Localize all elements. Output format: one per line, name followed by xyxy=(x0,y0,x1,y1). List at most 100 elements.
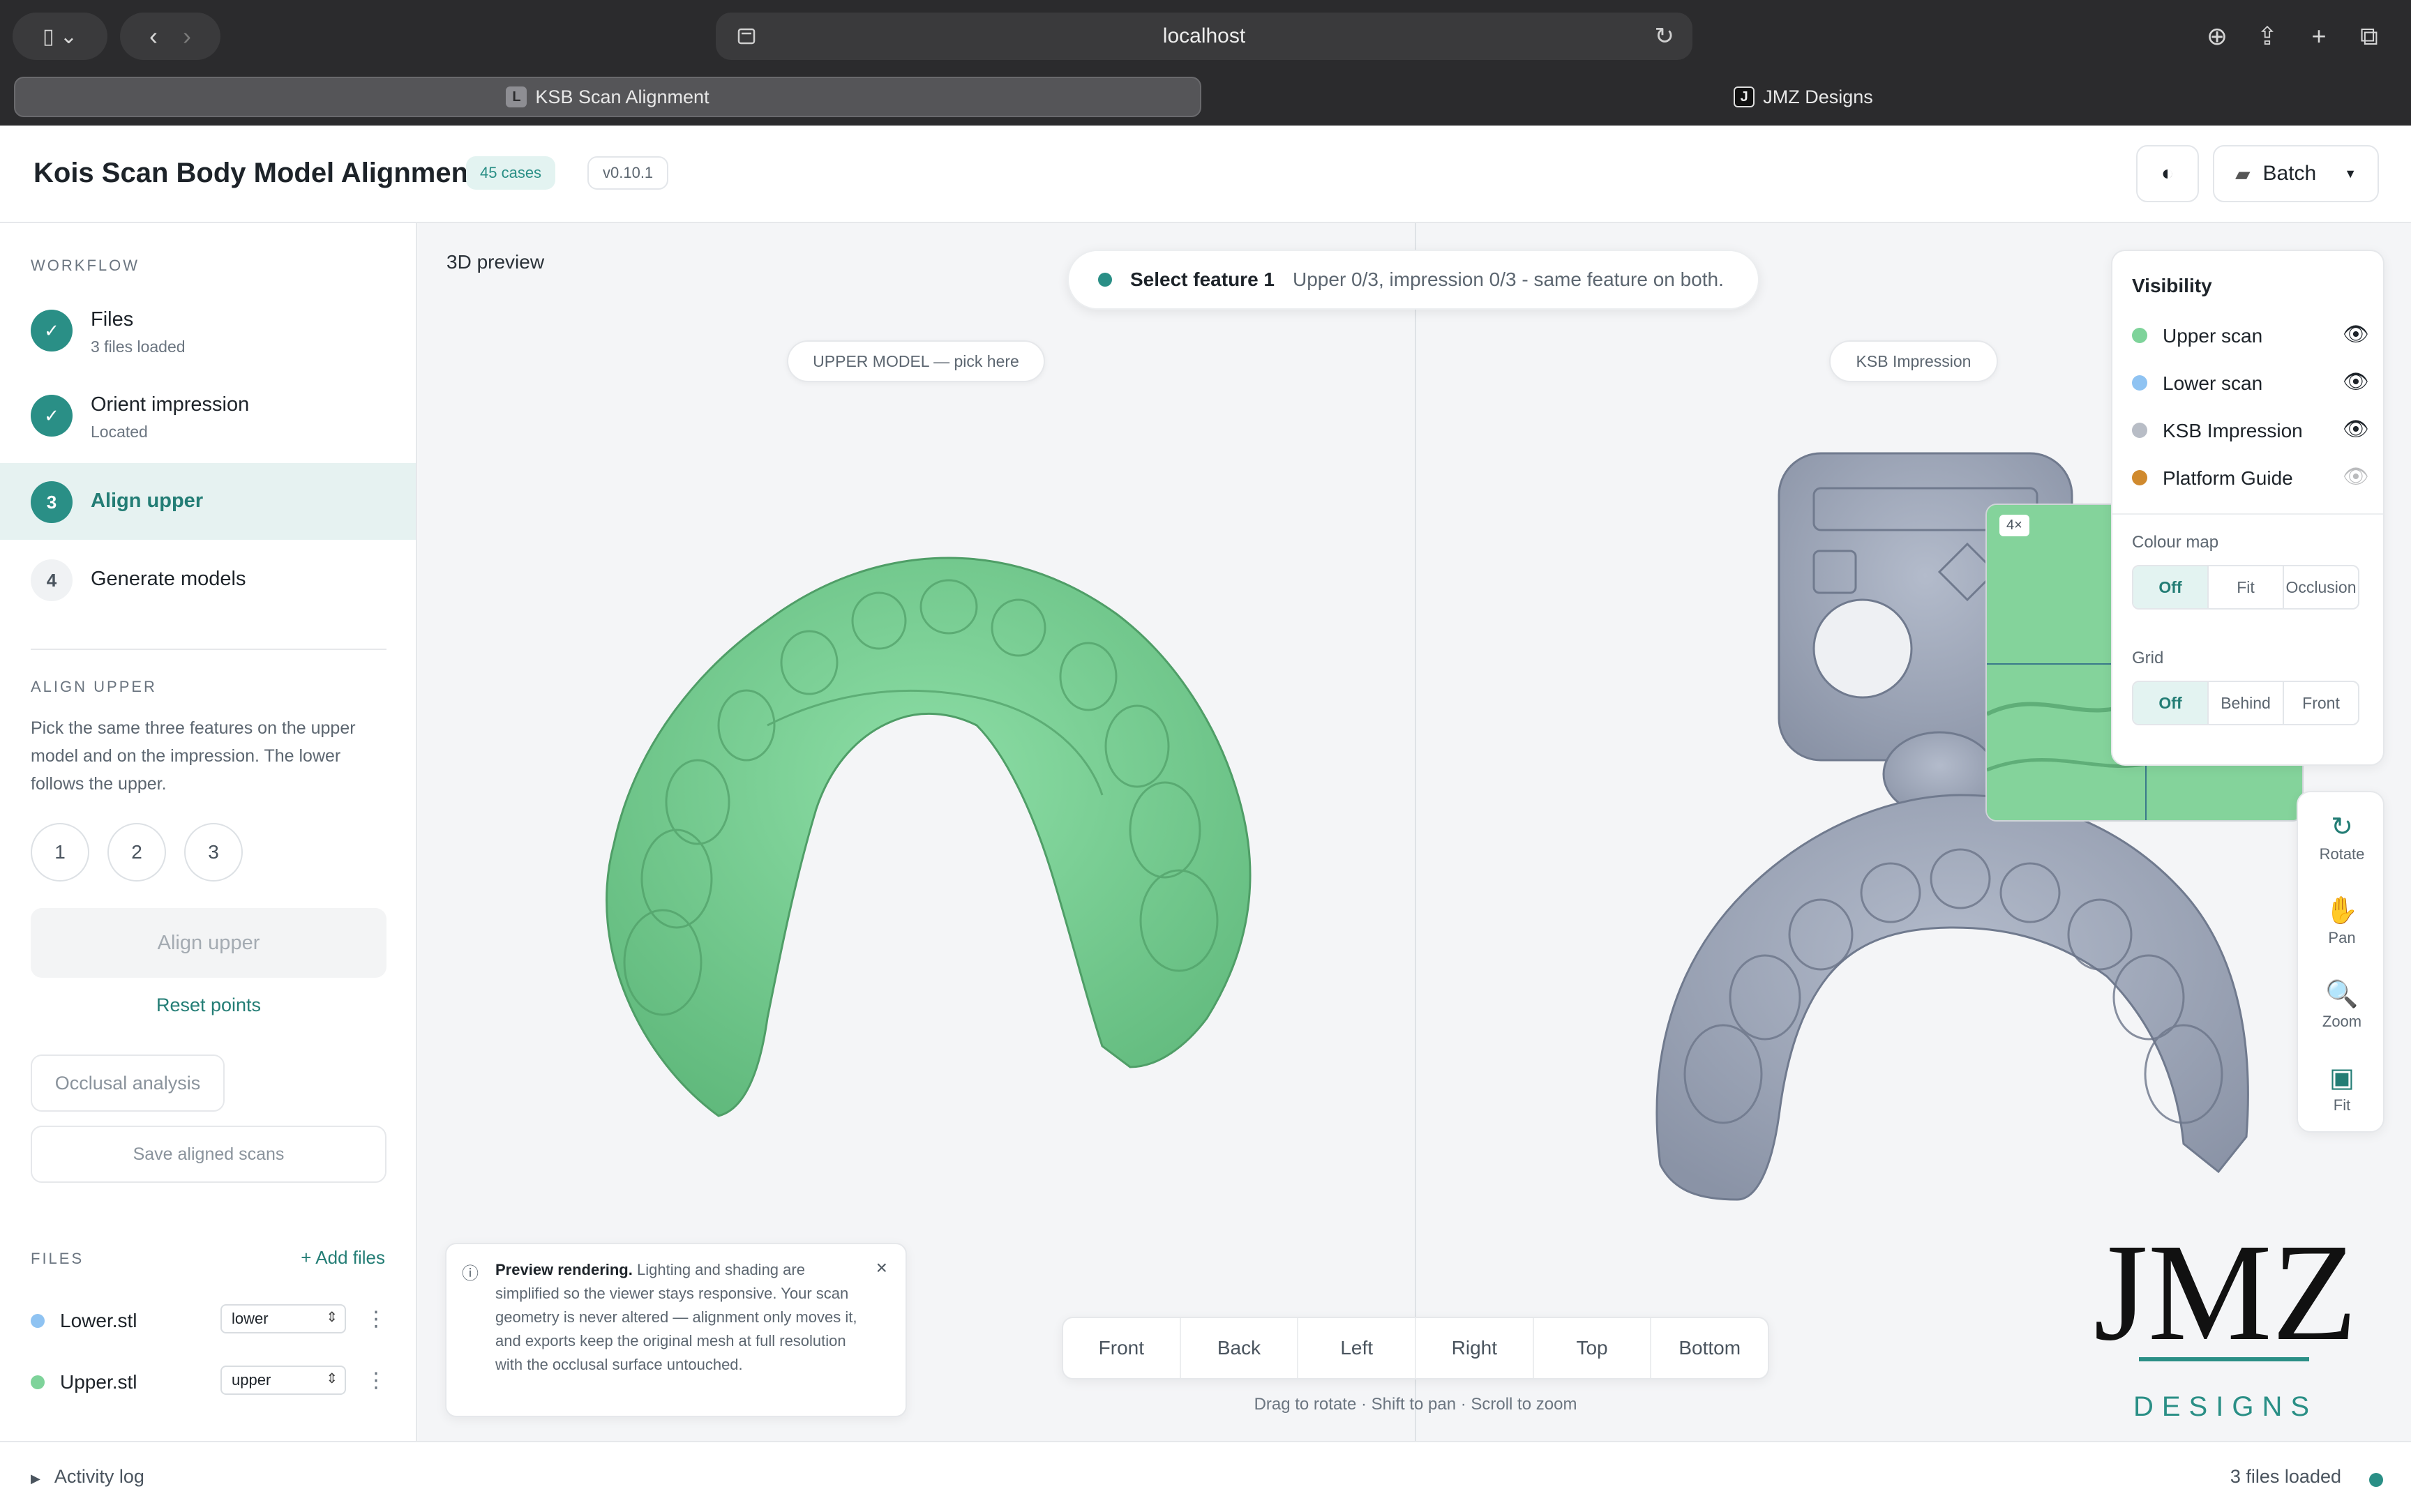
step-subtitle: Located xyxy=(91,423,148,441)
browser-toolbar: ▯ ⌄ ‹ › localhost ↻ ⊕ ⇪ + ⧉ xyxy=(0,0,2411,73)
tab-overview-icon[interactable]: ⧉ xyxy=(2354,21,2384,52)
grid-off[interactable]: Off xyxy=(2133,682,2209,724)
tab-label: KSB Scan Alignment xyxy=(535,86,709,107)
step-title: Generate models xyxy=(91,568,246,590)
navigation-tools: ↻ Rotate ✋ Pan 🔍 Zoom ▣ Fit xyxy=(2297,791,2384,1133)
layer-toggle-upper-scan[interactable]: Upper scan 👁 xyxy=(2132,318,2369,353)
share-icon[interactable]: ⇪ xyxy=(2252,21,2283,52)
tab-favicon: L xyxy=(506,86,527,107)
check-icon: ✓ xyxy=(31,310,73,351)
step-generate-models[interactable]: 4 Generate models xyxy=(0,541,416,618)
file-role-select[interactable]: upper ⇕ xyxy=(220,1366,346,1395)
step-title: Files xyxy=(91,308,134,331)
colour-map-occlusion[interactable]: Occlusion xyxy=(2284,566,2358,608)
tab-ksb-scan-alignment[interactable]: L KSB Scan Alignment xyxy=(14,77,1201,117)
zoom-level-label: 4× xyxy=(1999,515,2029,536)
step-files[interactable]: ✓ Files 3 files loaded xyxy=(0,292,416,368)
layer-toggle-platform-guide[interactable]: Platform Guide 👁 xyxy=(2132,460,2369,495)
download-icon[interactable]: ⊕ xyxy=(2202,21,2232,52)
sidebar-icon: ▯ ⌄ xyxy=(43,24,77,48)
grid-front[interactable]: Front xyxy=(2284,682,2358,724)
colour-map-off[interactable]: Off xyxy=(2133,566,2209,608)
close-icon[interactable]: × xyxy=(876,1257,887,1279)
status-dot xyxy=(2369,1473,2383,1487)
app-header: Kois Scan Body Model Alignment 45 cases … xyxy=(0,126,2411,223)
step-number: 3 xyxy=(31,481,73,523)
fit-tool-button[interactable]: ▣ Fit xyxy=(2298,1060,2386,1137)
grid-behind[interactable]: Behind xyxy=(2209,682,2284,724)
occlusal-analysis-button[interactable]: Occlusal analysis xyxy=(31,1054,225,1112)
step-align-upper[interactable]: 3 Align upper xyxy=(0,463,416,540)
colour-map-segmented-control: Off Fit Occlusion xyxy=(2132,565,2359,610)
3d-viewport[interactable]: 3D preview Select feature 1 Upper 0/3, i… xyxy=(419,223,2411,1441)
footer-status: 3 files loaded xyxy=(2230,1466,2341,1487)
page-title: Kois Scan Body Model Alignment xyxy=(33,158,478,188)
zoom-tool-button[interactable]: 🔍 Zoom xyxy=(2298,976,2386,1053)
tab-jmz-designs[interactable]: J JMZ Designs xyxy=(1210,77,2397,117)
camera-view-bar: Front Back Left Right Top Bottom xyxy=(1062,1317,1769,1379)
step-number: 4 xyxy=(31,559,73,601)
upper-model-tag: UPPER MODEL — pick here xyxy=(787,340,1045,382)
file-role-select[interactable]: lower ⇕ xyxy=(220,1304,346,1333)
theme-toggle-button[interactable]: ◐ xyxy=(2136,145,2199,202)
file-color-dot xyxy=(31,1314,45,1328)
file-role-value: lower xyxy=(232,1310,269,1327)
viewport-label: 3D preview xyxy=(446,251,545,273)
jmz-designs-logo: JMZ DESIGNS xyxy=(2094,1216,2357,1422)
batch-button[interactable]: ▰ Batch ▼ xyxy=(2213,145,2379,202)
view-front-button[interactable]: Front xyxy=(1063,1318,1181,1378)
eye-off-icon[interactable]: 👁 xyxy=(2343,464,2369,489)
rotate-tool-button[interactable]: ↻ Rotate xyxy=(2298,809,2386,886)
address-bar[interactable]: localhost ↻ xyxy=(716,13,1692,60)
divider xyxy=(2112,513,2383,515)
feature-point-2[interactable]: 2 xyxy=(107,823,166,882)
eye-icon[interactable]: 👁 xyxy=(2343,417,2369,441)
new-tab-icon[interactable]: + xyxy=(2304,21,2334,52)
view-top-button[interactable]: Top xyxy=(1534,1318,1652,1378)
more-options-icon[interactable]: ⋮ xyxy=(366,1368,386,1393)
tool-label: Zoom xyxy=(2322,1013,2362,1030)
align-description: Pick the same three features on the uppe… xyxy=(31,718,356,794)
activity-log-toggle[interactable]: ▶ Activity log xyxy=(31,1466,144,1488)
pan-tool-button[interactable]: ✋ Pan xyxy=(2298,893,2386,969)
tab-favicon: J xyxy=(1734,86,1755,107)
folder-icon: ▰ xyxy=(2235,162,2251,185)
step-orient-impression[interactable]: ✓ Orient impression Located xyxy=(0,377,416,453)
view-back-button[interactable]: Back xyxy=(1181,1318,1299,1378)
eye-icon[interactable]: 👁 xyxy=(2343,370,2369,394)
page-settings-icon[interactable] xyxy=(737,27,756,46)
sidebar-toggle-button[interactable]: ▯ ⌄ xyxy=(13,13,107,60)
check-icon: ✓ xyxy=(31,395,73,437)
layer-name: KSB Impression xyxy=(2163,420,2303,441)
logo-sub: DESIGNS xyxy=(2133,1391,2318,1422)
feature-point-3[interactable]: 3 xyxy=(184,823,243,882)
disclosure-triangle-icon: ▶ xyxy=(31,1472,40,1485)
reload-icon[interactable]: ↻ xyxy=(1655,22,1675,50)
layer-toggle-ksb-impression[interactable]: KSB Impression 👁 xyxy=(2132,413,2369,448)
reset-points-link[interactable]: Reset points xyxy=(31,995,386,1016)
feature-point-1[interactable]: 1 xyxy=(31,823,89,882)
select-arrows-icon: ⇕ xyxy=(326,1371,338,1386)
info-icon: ⓘ xyxy=(462,1264,479,1283)
version-badge: v0.10.1 xyxy=(587,156,669,190)
save-aligned-scans-button[interactable]: Save aligned scans xyxy=(31,1126,386,1183)
eye-icon[interactable]: 👁 xyxy=(2343,322,2369,347)
view-bottom-button[interactable]: Bottom xyxy=(1651,1318,1768,1378)
view-right-button[interactable]: Right xyxy=(1416,1318,1534,1378)
upper-model-mesh[interactable] xyxy=(558,516,1284,1172)
add-files-link[interactable]: + Add files xyxy=(301,1247,385,1269)
forward-icon[interactable]: › xyxy=(183,22,191,51)
status-title: Select feature 1 xyxy=(1130,269,1275,290)
status-pill: Select feature 1 Upper 0/3, impression 0… xyxy=(1067,250,1759,310)
view-left-button[interactable]: Left xyxy=(1298,1318,1417,1378)
align-upper-button[interactable]: Align upper xyxy=(31,908,386,978)
back-icon[interactable]: ‹ xyxy=(149,22,158,51)
more-options-icon[interactable]: ⋮ xyxy=(366,1307,386,1331)
navigation-hint: Drag to rotate · Shift to pan · Scroll t… xyxy=(1254,1395,1577,1414)
colour-map-fit[interactable]: Fit xyxy=(2209,566,2284,608)
rotate-icon: ↻ xyxy=(2331,812,2353,842)
layer-name: Upper scan xyxy=(2163,325,2263,347)
file-name: Lower.stl xyxy=(60,1310,137,1331)
batch-label: Batch xyxy=(2262,162,2317,185)
layer-toggle-lower-scan[interactable]: Lower scan 👁 xyxy=(2132,365,2369,400)
